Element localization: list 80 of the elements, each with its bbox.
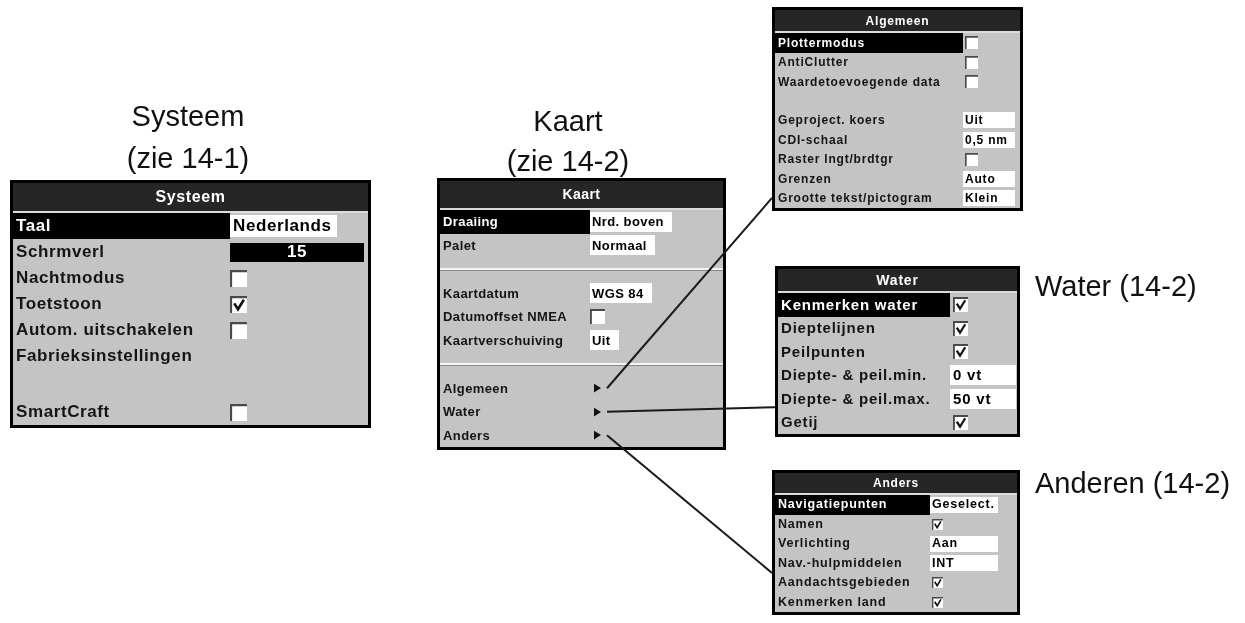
checkbox[interactable] [230, 321, 247, 339]
menu-item[interactable]: Peilpunten [778, 340, 866, 364]
panel-title: Kaart [440, 181, 723, 210]
menu-item[interactable]: Nav.-hulpmiddelen [775, 553, 903, 573]
setting-value[interactable]: Normaal [590, 235, 655, 256]
caption-text: (zie 14-1) [126, 141, 250, 176]
menu-item[interactable]: Geproject. koers [775, 110, 886, 130]
menu-item[interactable]: Draaiing [440, 210, 590, 234]
menu-item[interactable]: Kenmerken water [778, 293, 950, 317]
caret-right-icon [594, 406, 601, 417]
menu-item[interactable]: Aandachtsgebieden [775, 573, 911, 593]
setting-value[interactable]: Klein [963, 190, 1015, 207]
menu-item[interactable]: Waardetoevoegende data [775, 72, 941, 92]
panel-title: Water [778, 269, 1017, 293]
caption-text: Water (14-2) [1035, 270, 1197, 303]
caption-text: Kaart [533, 104, 603, 139]
checkbox[interactable] [953, 297, 968, 313]
panel-title: Systeem [13, 183, 368, 213]
checkbox[interactable] [932, 518, 943, 530]
menu-item[interactable]: Toetstoon [13, 291, 103, 317]
setting-value[interactable]: Uit [590, 330, 619, 351]
menu-item[interactable]: Nachtmodus [13, 265, 125, 291]
panel-title: Algemeen [775, 10, 1020, 33]
checkbox[interactable] [230, 295, 247, 313]
menu-item[interactable]: Diepte- & peil.max. [778, 387, 931, 411]
menu-item[interactable]: Anders [440, 423, 491, 447]
menu-item[interactable]: Namen [775, 514, 824, 534]
setting-value[interactable]: 15 [230, 242, 364, 262]
checkbox[interactable] [590, 309, 605, 325]
panel-title: Anders [775, 473, 1017, 495]
setting-value[interactable]: Geselect. [930, 496, 998, 513]
menu-item[interactable]: Taal [13, 213, 230, 239]
menu-item[interactable]: Kaartverschuiving [440, 328, 564, 352]
checkbox[interactable] [932, 577, 943, 589]
checkbox[interactable] [230, 269, 247, 287]
menu-item[interactable]: Grenzen [775, 169, 832, 189]
caption-text: Systeem [131, 99, 245, 134]
menu-item[interactable]: Palet [440, 233, 477, 257]
menu-item[interactable]: SmartCraft [13, 399, 110, 425]
caret-right-icon [594, 383, 601, 394]
setting-value[interactable]: Aan [930, 535, 998, 552]
setting-value[interactable]: Nrd. boven [590, 211, 672, 232]
setting-value[interactable]: 0,5 nm [963, 131, 1015, 148]
checkbox[interactable] [965, 36, 978, 50]
checkbox[interactable] [932, 596, 943, 608]
menu-item[interactable]: Raster lngt/brdtgr [775, 149, 894, 169]
checkbox[interactable] [953, 320, 968, 336]
menu-item[interactable]: Dieptelijnen [778, 316, 876, 340]
checkbox[interactable] [965, 152, 978, 166]
menu-item[interactable]: Kenmerken land [775, 592, 887, 612]
checkbox[interactable] [965, 75, 978, 89]
menu-item[interactable]: Plottermodus [775, 33, 963, 53]
menu-item[interactable]: Verlichting [775, 534, 851, 554]
caret-right-icon [594, 430, 601, 441]
caption-text: (zie 14-2) [506, 144, 630, 179]
setting-value[interactable]: Auto [963, 170, 1015, 187]
setting-value[interactable]: Uit [963, 112, 1015, 129]
setting-value[interactable]: 0 vt [950, 365, 1016, 386]
menu-item[interactable]: AntiClutter [775, 52, 849, 72]
caption-text: Anderen (14-2) [1035, 467, 1231, 500]
menu-item[interactable]: Fabrieksinstellingen [13, 343, 193, 369]
menu-item[interactable]: Grootte tekst/pictogram [775, 188, 933, 208]
checkbox[interactable] [230, 403, 247, 421]
setting-value[interactable]: WGS 84 [590, 283, 652, 304]
setting-value[interactable]: 50 vt [950, 388, 1016, 409]
menu-item[interactable]: Water [440, 400, 481, 424]
menu-item[interactable]: Schrmverl [13, 239, 105, 265]
checkbox[interactable] [965, 55, 978, 69]
menu-item[interactable]: Autom. uitschakelen [13, 317, 194, 343]
menu-item[interactable]: Datumoffset NMEA [440, 305, 568, 329]
menu-item[interactable]: Kaartdatum [440, 281, 520, 305]
menu-item[interactable]: Getij [778, 410, 819, 434]
checkbox[interactable] [953, 414, 968, 430]
menu-item[interactable]: CDI-schaal [775, 130, 849, 150]
menu-item[interactable]: Navigatiepunten [775, 495, 930, 515]
menu-item[interactable]: Diepte- & peil.min. [778, 363, 928, 387]
setting-value[interactable]: INT [930, 555, 998, 572]
menu-item[interactable]: Algemeen [440, 376, 509, 400]
setting-value[interactable]: Nederlands [230, 215, 337, 237]
checkbox[interactable] [953, 344, 968, 360]
